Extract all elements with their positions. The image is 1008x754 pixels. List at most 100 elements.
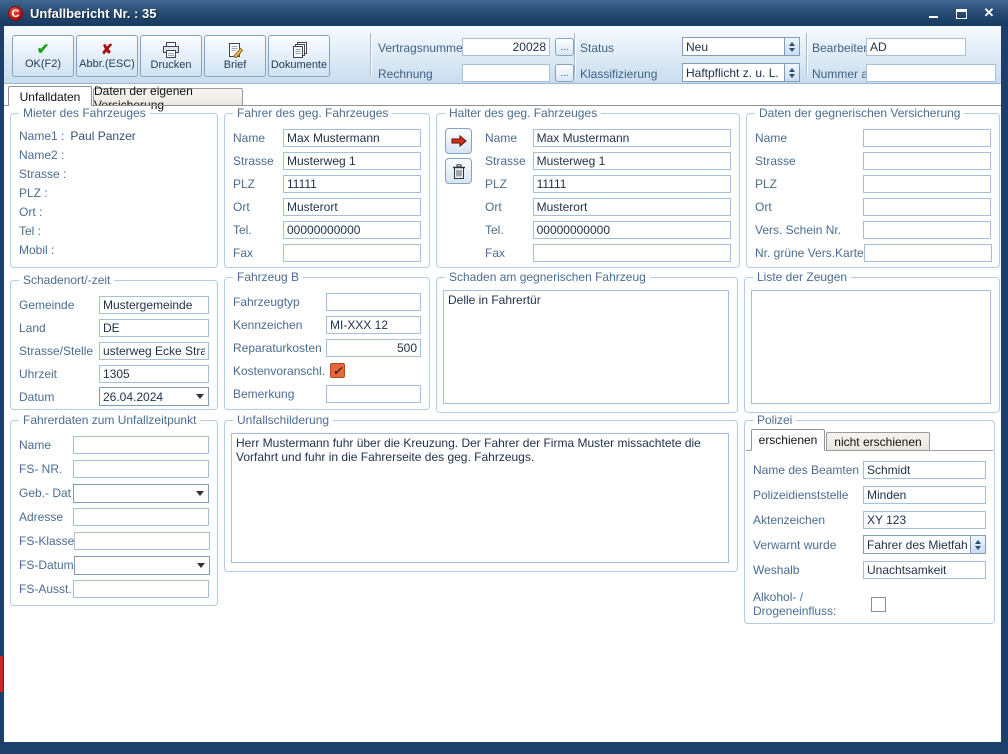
vertragsnummer-browse-button[interactable]: ... — [555, 38, 574, 56]
panel-title: Fahrerdaten zum Unfallzeitpunkt — [19, 413, 200, 427]
vers-strasse-input[interactable] — [863, 152, 991, 170]
reparaturkosten-label: Reparaturkosten — [233, 341, 326, 355]
panel-mieter-des-fahrzeuges: Mieter des Fahrzeuges Name1 :Paul Panzer… — [10, 113, 218, 268]
app-logo-icon: C — [8, 6, 23, 21]
geb-dat-input[interactable] — [74, 485, 192, 502]
verwarnt-wurde-spinner[interactable] — [970, 536, 985, 553]
verwarnt-wurde-input[interactable] — [864, 536, 970, 553]
geb-dat-combobox[interactable] — [73, 484, 209, 503]
fahrer-name-input[interactable] — [283, 129, 421, 147]
kennzeichen-input[interactable] — [326, 316, 421, 334]
schaden-geg-fahrzeug-textarea[interactable]: Delle in Fahrertür — [443, 290, 729, 404]
arrow-right-icon — [451, 135, 467, 147]
halter-fax-input[interactable] — [533, 244, 731, 262]
adresse-input[interactable] — [73, 508, 209, 526]
fahrer-strasse-input[interactable] — [283, 152, 421, 170]
fs-klasse-input[interactable] — [74, 532, 210, 550]
alkohol-checkbox[interactable] — [871, 597, 886, 612]
fahrer-tel-input[interactable] — [283, 221, 421, 239]
status-spinner[interactable] — [784, 38, 799, 55]
vers-name-input[interactable] — [863, 129, 991, 147]
toolbar-separator — [370, 33, 372, 76]
klassifizierung-label: Klassifizierung — [580, 67, 657, 81]
kostenvoranschlag-checkbox[interactable]: ✓ — [330, 363, 345, 378]
halter-ort-input[interactable] — [533, 198, 731, 216]
land-input[interactable] — [99, 319, 209, 337]
panel-schaden-am-gegnerischen-fahrzeug: Schaden am gegnerischen Fahrzeug Delle i… — [436, 277, 738, 413]
halter-plz-input[interactable] — [533, 175, 731, 193]
fs-ausst-input[interactable] — [73, 580, 209, 598]
spinner-down-icon — [975, 546, 981, 550]
halter-tel-label: Tel. — [485, 223, 533, 237]
fs-nr-input[interactable] — [73, 460, 209, 478]
uhrzeit-input[interactable] — [99, 365, 209, 383]
datum-combobox[interactable] — [99, 387, 209, 406]
fahrer-plz-input[interactable] — [283, 175, 421, 193]
unfallschilderung-textarea[interactable]: Herr Mustermann fuhr über die Kreuzung. … — [231, 433, 729, 563]
reparaturkosten-input[interactable] — [326, 339, 421, 357]
fahrer-fax-input[interactable] — [283, 244, 421, 262]
vertragsnummer-input[interactable] — [462, 38, 550, 56]
fs-datum-input[interactable] — [75, 557, 193, 574]
aktenzeichen-input[interactable] — [863, 511, 986, 529]
bemerkung-input[interactable] — [326, 385, 421, 403]
status-combobox[interactable] — [682, 37, 800, 56]
vers-schein-nr-label: Vers. Schein Nr. — [755, 223, 863, 237]
weshalb-input[interactable] — [863, 561, 986, 579]
gruene-vers-karte-input[interactable] — [864, 244, 992, 262]
toolbar: ✔ OK(F2) ✘ Abbr.(ESC) Drucken — [4, 26, 1001, 84]
fs-datum-combobox[interactable] — [74, 556, 210, 575]
tab-daten-der-eigenen-versicherung[interactable]: Daten der eigenen Versicherung — [93, 88, 243, 106]
panel-title: Liste der Zeugen — [753, 270, 851, 284]
ok-button-label: OK(F2) — [25, 58, 61, 70]
tab-nicht-erschienen[interactable]: nicht erschienen — [826, 432, 930, 451]
tab-unfalldaten[interactable]: Unfalldaten — [8, 86, 92, 106]
cancel-button[interactable]: ✘ Abbr.(ESC) — [76, 35, 138, 77]
polizeidienststelle-input[interactable] — [863, 486, 986, 504]
fd-name-input[interactable] — [73, 436, 209, 454]
halter-name-input[interactable] — [533, 129, 731, 147]
vers-plz-label: PLZ — [755, 177, 863, 191]
tab-erschienen[interactable]: erschienen — [751, 429, 825, 451]
fs-datum-dropdown-button[interactable] — [193, 557, 209, 574]
ok-button[interactable]: ✔ OK(F2) — [12, 35, 74, 77]
close-button[interactable]: ✕ — [982, 7, 996, 19]
background-window-sliver — [0, 656, 3, 692]
fahrzeugtyp-input[interactable] — [326, 293, 421, 311]
status-input[interactable] — [683, 38, 784, 55]
klassifizierung-input[interactable] — [683, 64, 784, 81]
nummer-alt-input[interactable] — [866, 64, 996, 82]
nummer-alt-label: Nummer alt — [812, 67, 874, 81]
rechnung-input[interactable] — [462, 64, 550, 82]
klassifizierung-spinner[interactable] — [784, 64, 799, 81]
vers-ort-input[interactable] — [863, 198, 991, 216]
copy-data-arrow-button[interactable] — [445, 128, 472, 154]
vers-schein-nr-input[interactable] — [863, 221, 991, 239]
halter-fax-label: Fax — [485, 246, 533, 260]
beamter-name-input[interactable] — [863, 461, 986, 479]
gemeinde-input[interactable] — [99, 296, 209, 314]
bearbeiter-input[interactable] — [866, 38, 966, 56]
fahrer-ort-input[interactable] — [283, 198, 421, 216]
strasse-stelle-input[interactable] — [99, 342, 209, 360]
print-button[interactable]: Drucken — [140, 35, 202, 77]
geb-dat-dropdown-button[interactable] — [192, 485, 208, 502]
aktenzeichen-label: Aktenzeichen — [753, 513, 863, 527]
letter-button[interactable]: Brief — [204, 35, 266, 77]
gruene-vers-karte-label: Nr. grüne Vers.Karte — [755, 246, 864, 260]
halter-tel-input[interactable] — [533, 221, 731, 239]
zeugen-textarea[interactable] — [751, 290, 991, 404]
rechnung-browse-button[interactable]: ... — [555, 64, 574, 82]
land-label: Land — [19, 321, 99, 335]
maximize-button[interactable] — [954, 7, 968, 19]
datum-input[interactable] — [100, 388, 192, 405]
datum-dropdown-button[interactable] — [192, 388, 208, 405]
delete-button[interactable] — [445, 158, 472, 184]
minimize-button[interactable] — [926, 7, 940, 19]
mieter-tel-label: Tel : — [19, 224, 41, 238]
halter-strasse-input[interactable] — [533, 152, 731, 170]
documents-button[interactable]: Dokumente — [268, 35, 330, 77]
verwarnt-wurde-combobox[interactable] — [863, 535, 986, 554]
vers-plz-input[interactable] — [863, 175, 991, 193]
klassifizierung-combobox[interactable] — [682, 63, 800, 82]
